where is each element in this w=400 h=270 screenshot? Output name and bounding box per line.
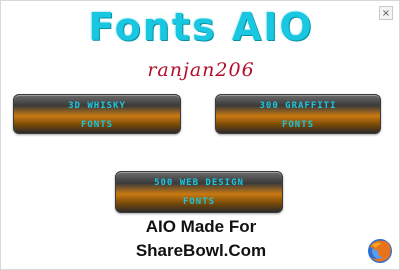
firefox-icon[interactable]	[367, 238, 393, 264]
button-label-line2: FONTS	[281, 120, 315, 130]
author-name: ranjan206	[147, 59, 255, 81]
site-name-text: ShareBowl.Com	[135, 241, 267, 260]
web-design-fonts-button[interactable]: 500 WEB DESIGN FONTS	[115, 171, 283, 213]
button-label-line1: 300 GRAFFITI	[259, 101, 337, 111]
3d-whisky-fonts-button[interactable]: 3D WHISKY FONTS	[13, 94, 181, 134]
app-window: × Fonts AIO ranjan206 3D WHISKY FONTS 30…	[0, 0, 400, 270]
button-label-line2: FONTS	[80, 120, 114, 130]
button-label-line1: 3D WHISKY	[68, 101, 126, 111]
button-label-line1: 500 WEB DESIGN	[154, 178, 244, 188]
made-for-text: AIO Made For	[145, 217, 257, 236]
button-label-line2: FONTS	[182, 197, 216, 207]
app-title: Fonts AIO	[88, 5, 314, 49]
graffiti-fonts-button[interactable]: 300 GRAFFITI FONTS	[215, 94, 381, 134]
